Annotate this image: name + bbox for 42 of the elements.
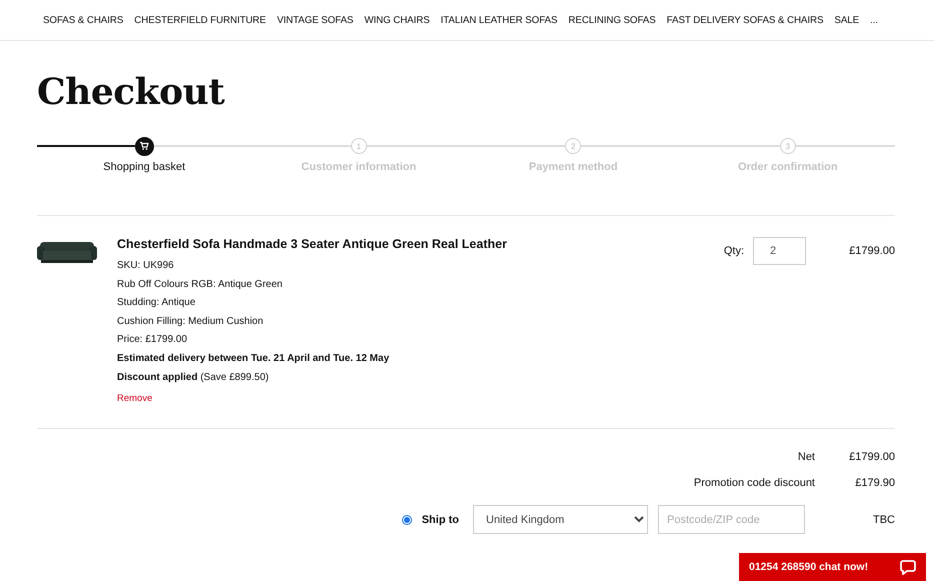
step-marker: 1 (350, 138, 367, 154)
total-value: £179.90 (854, 477, 895, 490)
step-label: Payment method (528, 161, 618, 173)
chat-bubble-icon (900, 560, 916, 574)
product-name: Chesterfield Sofa Handmade 3 Seater Antique Green Real Leather (117, 237, 508, 251)
product-detail: Rub Off Colours RGB: Antique Green (117, 278, 284, 292)
nav-link[interactable]: VINTAGE SOFAS (276, 14, 354, 26)
nav-link[interactable]: SALE (834, 14, 860, 26)
product-detail: Estimated delivery between Tue. 21 April and Tue. 12 May (117, 352, 390, 366)
page-title: Checkout (37, 71, 226, 115)
remove-link[interactable]: Remove (117, 393, 152, 404)
step-label: Customer information (301, 161, 416, 173)
nav-link[interactable]: CHESTERFIELD FURNITURE (134, 14, 266, 26)
nav-link[interactable]: SOFAS & CHAIRS (43, 14, 124, 26)
quantity-field[interactable]: 2 (753, 237, 806, 265)
total-label: Net (798, 451, 815, 464)
chat-button[interactable]: 01254 268590 chat now! (739, 553, 926, 581)
cart-icon (139, 141, 150, 151)
nav-link[interactable]: WING CHAIRS (364, 14, 430, 26)
nav-link[interactable]: RECLINING SOFAS (568, 14, 656, 26)
postcode-field[interactable]: Postcode/ZIP code (658, 505, 805, 534)
qty-label: Qty: (724, 245, 744, 257)
product-detail: Discount applied (Save £899.50) (117, 370, 270, 385)
nav-link[interactable]: ITALIAN LEATHER SOFAS (440, 14, 558, 26)
country-select[interactable]: United Kingdom (473, 505, 648, 534)
shipping-value: TBC (872, 514, 895, 526)
total-label: Promotion code discount (694, 477, 815, 490)
product-detail: Price: £1799.00 (117, 333, 188, 348)
step-marker: 2 (565, 138, 582, 154)
step-label: Order confirmation (738, 161, 838, 173)
step-marker: 3 (780, 138, 796, 154)
nav-link[interactable]: ... (870, 14, 878, 26)
step-label: Shopping basket (103, 161, 186, 173)
product-detail: Studding: Antique (117, 296, 196, 310)
ship-label: Ship to (422, 514, 459, 526)
nav-link[interactable]: FAST DELIVERY SOFAS & CHAIRS (666, 14, 824, 26)
sofa-thumbnail (37, 240, 97, 265)
product-detail: Cushion Filling: Medium Cushion (117, 314, 264, 329)
product-detail: SKU: UK996 (117, 259, 175, 273)
total-value: £1799.00 (848, 451, 895, 464)
ship-radio[interactable] (402, 514, 412, 525)
line-price: £1799.00 (848, 245, 895, 257)
